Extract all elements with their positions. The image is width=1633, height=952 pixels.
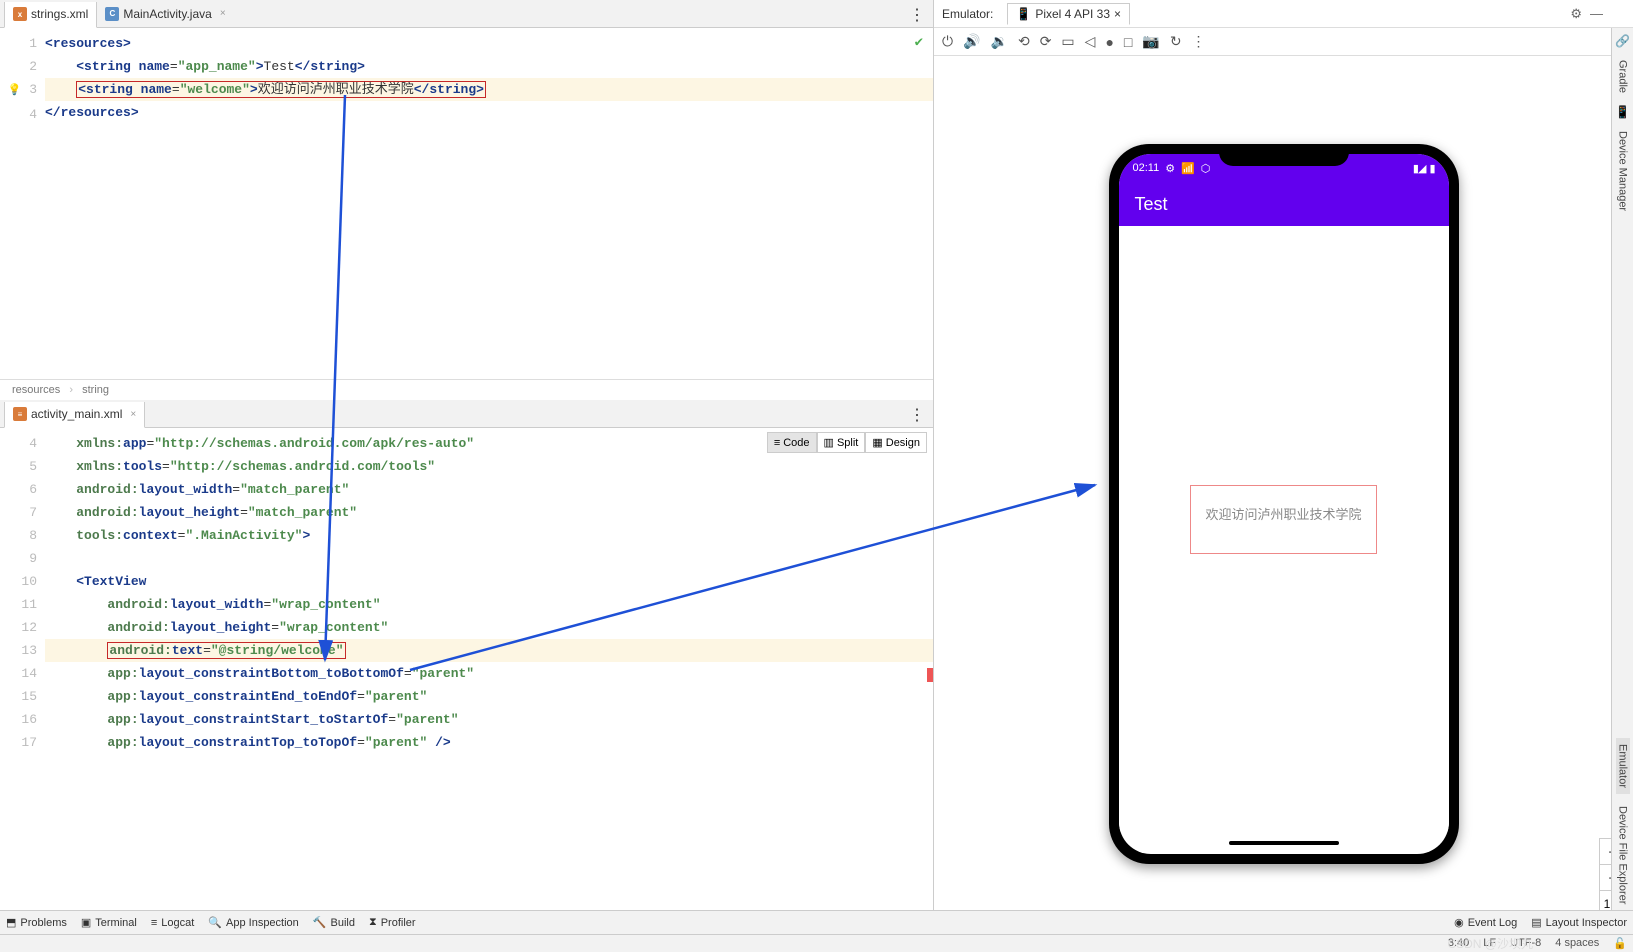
indent-setting[interactable]: 4 spaces	[1555, 937, 1599, 950]
battery-icon: ▮	[1429, 162, 1434, 175]
emulator-viewport[interactable]: 02:11 ⚙ 📶 ⬡ ▮◢▮ Test 欢迎访问泸州职业技术学院 + − 1:…	[934, 56, 1633, 952]
scrollbar-marker	[927, 668, 933, 682]
screenshot-icon[interactable]: ▭	[1061, 33, 1074, 50]
power-icon[interactable]: ⏻	[942, 33, 953, 50]
tab-activity-main-xml[interactable]: ≡activity_main.xml×	[4, 402, 145, 428]
signal-icon: ▮◢	[1413, 162, 1426, 175]
gear-icon: ⚙	[1165, 162, 1175, 175]
device-tab[interactable]: 📱 Pixel 4 API 33 ×	[1007, 3, 1130, 25]
home-icon[interactable]: ●	[1105, 34, 1113, 50]
emulator-label: Emulator:	[942, 7, 993, 21]
device-file-explorer-tab[interactable]: Device File Explorer	[1616, 800, 1630, 910]
phone-frame: 02:11 ⚙ 📶 ⬡ ▮◢▮ Test 欢迎访问泸州职业技术学院	[1109, 144, 1459, 864]
snapshot-icon[interactable]: ↻	[1170, 33, 1182, 50]
editor-tabs-bottom: ≡activity_main.xml× ⋮	[0, 400, 933, 428]
status-bar: CSDN @沙坝丸 3:40 LF UTF-8 4 spaces 🔓	[0, 934, 1633, 952]
editor-tabs-top: xstrings.xml CMainActivity.java× ⋮	[0, 0, 933, 28]
emulator-header: Emulator: 📱 Pixel 4 API 33 × ⚙ —	[934, 0, 1633, 28]
back-icon[interactable]: ◁	[1085, 33, 1096, 50]
view-mode-toggle[interactable]: ≡ Code ▥ Split ▦ Design	[767, 432, 927, 453]
camera-icon[interactable]: 📷	[1142, 33, 1159, 50]
layout-inspector-tool[interactable]: ▤ Layout Inspector	[1531, 916, 1627, 929]
logcat-tool[interactable]: ≡ Logcat	[151, 917, 194, 929]
extended-menu-icon[interactable]: ⋮	[1192, 33, 1206, 50]
rotate-right-icon[interactable]: ⟳	[1040, 33, 1052, 50]
breadcrumbs-top[interactable]: resources › string	[0, 379, 933, 400]
more-icon[interactable]: ⋮	[909, 405, 925, 425]
editor-activity-main[interactable]: ≡ Code ▥ Split ▦ Design 4567891011121314…	[0, 428, 933, 931]
rotate-left-icon[interactable]: ⟲	[1018, 33, 1030, 50]
problems-tool[interactable]: ⬒ Problems	[6, 916, 67, 929]
device-icon[interactable]: 📱	[1615, 105, 1630, 119]
editor-strings-xml[interactable]: 1 2 💡 3 4 <resources> <string name="app_…	[0, 28, 933, 379]
phone-notch	[1219, 144, 1349, 166]
profiler-tool[interactable]: ⧗ Profiler	[369, 916, 416, 929]
device-manager-tab[interactable]: Device Manager	[1616, 125, 1630, 217]
bulb-icon[interactable]: 💡	[8, 85, 22, 97]
split-view-button[interactable]: ▥ Split	[817, 432, 866, 453]
xml-icon: x	[13, 7, 27, 21]
wifi-icon: 📶	[1181, 162, 1195, 175]
readonly-lock-icon[interactable]: 🔓	[1613, 937, 1627, 950]
right-tool-tabs: 🔗 Gradle 📱 Device Manager Emulator Devic…	[1611, 28, 1633, 910]
design-view-button[interactable]: ▦ Design	[865, 432, 927, 453]
tab-mainactivity-java[interactable]: CMainActivity.java×	[97, 1, 233, 27]
close-icon[interactable]: ×	[220, 8, 226, 19]
java-icon: C	[105, 7, 119, 21]
bottom-tool-bar: ⬒ Problems ▣ Terminal ≡ Logcat 🔍 App Ins…	[0, 910, 1633, 934]
gutter: 4567891011121314151617	[0, 428, 45, 931]
xml-icon: ≡	[13, 407, 27, 421]
volume-up-icon[interactable]: 🔊	[963, 33, 980, 50]
gradle-tab[interactable]: Gradle	[1616, 54, 1630, 99]
more-icon[interactable]: ⋮	[909, 5, 925, 25]
phone-nav-bar[interactable]	[1119, 832, 1449, 854]
build-tool[interactable]: 🔨 Build	[313, 916, 355, 929]
minimize-icon[interactable]: —	[1590, 6, 1603, 22]
gutter: 1 2 💡 3 4	[0, 28, 45, 379]
welcome-textview: 欢迎访问泸州职业技术学院	[1190, 485, 1376, 554]
app-inspection-tool[interactable]: 🔍 App Inspection	[208, 916, 298, 929]
status-ok-icon: ✔	[915, 34, 923, 51]
emulator-toolbar: ⏻ 🔊 🔉 ⟲ ⟳ ▭ ◁ ● □ 📷 ↻ ⋮	[934, 28, 1633, 56]
code-view-button[interactable]: ≡ Code	[767, 432, 817, 453]
volume-down-icon[interactable]: 🔉	[991, 33, 1008, 50]
terminal-tool[interactable]: ▣ Terminal	[81, 916, 137, 929]
overview-icon[interactable]: □	[1124, 34, 1132, 50]
event-log-tool[interactable]: ◉ Event Log	[1454, 916, 1517, 929]
close-icon[interactable]: ×	[130, 409, 136, 420]
settings-icon[interactable]: ⚙	[1570, 6, 1582, 22]
debug-icon: ⬡	[1201, 162, 1211, 175]
tab-strings-xml[interactable]: xstrings.xml	[4, 2, 97, 28]
link-icon[interactable]: 🔗	[1615, 34, 1630, 48]
close-icon[interactable]: ×	[1114, 7, 1121, 21]
app-bar: Test	[1119, 182, 1449, 226]
emulator-tab[interactable]: Emulator	[1616, 738, 1630, 794]
watermark: CSDN @沙坝丸	[1447, 935, 1533, 952]
